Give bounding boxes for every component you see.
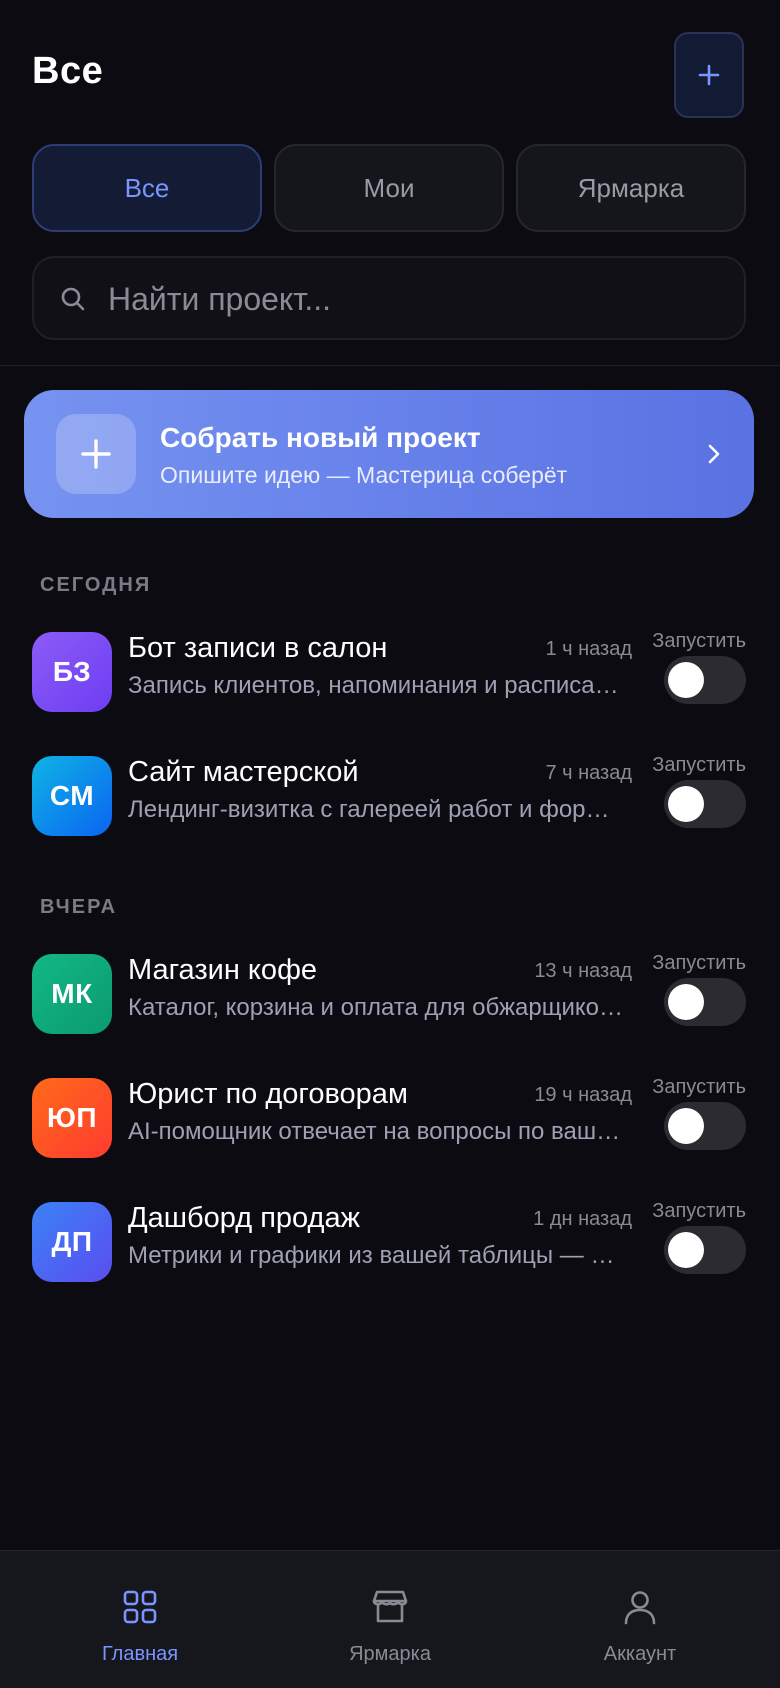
project-row[interactable]: ДП Дашборд продаж 1 дн назад Метрики и г…	[0, 1192, 780, 1292]
tab-mine[interactable]: Мои	[274, 144, 504, 232]
project-avatar: ЮП	[32, 1078, 112, 1158]
project-row[interactable]: СМ Сайт мастерской 7 ч назад Лендинг-виз…	[0, 746, 780, 846]
toggle-knob	[668, 1232, 704, 1268]
new-project-card[interactable]: Собрать новый проект Опишите идею — Маст…	[24, 390, 754, 518]
toggle-knob	[668, 786, 704, 822]
toggle-knob	[668, 984, 704, 1020]
project-time: 19 ч назад	[534, 1084, 632, 1106]
page-title: Все	[32, 50, 104, 92]
project-description: Метрики и графики из вашей таблицы — авт…	[128, 1242, 626, 1269]
project-title: Бот записи в салон	[128, 632, 388, 664]
promo-plus-tile	[56, 414, 136, 494]
project-time: 1 ч назад	[545, 638, 632, 660]
project-description: Запись клиентов, напоминания и расписани…	[128, 672, 626, 699]
search-box	[32, 256, 746, 340]
search-icon	[61, 287, 85, 311]
project-description: Каталог, корзина и оплата для обжарщиков…	[128, 994, 626, 1021]
run-label: Запустить	[652, 952, 746, 974]
run-label: Запустить	[652, 630, 746, 652]
nav-fair[interactable]: Ярмарка	[260, 1551, 520, 1688]
run-label: Запустить	[652, 754, 746, 776]
tab-all[interactable]: Все	[32, 144, 262, 232]
toggle-knob	[668, 662, 704, 698]
project-time: 1 дн назад	[533, 1208, 632, 1230]
nav-account[interactable]: Аккаунт	[510, 1551, 770, 1688]
project-title: Сайт мастерской	[128, 756, 359, 788]
header: Все Все Мои Ярмарка	[0, 0, 780, 366]
chevron-right-icon	[708, 444, 720, 464]
run-toggle[interactable]	[664, 780, 746, 828]
run-toggle[interactable]	[664, 978, 746, 1026]
project-title: Дашборд продаж	[128, 1202, 360, 1234]
project-row[interactable]: ЮП Юрист по договорам 19 ч назад AI-помо…	[0, 1068, 780, 1168]
bottom-nav: Главная Ярмарка Аккаунт	[0, 1550, 780, 1688]
grid-icon	[123, 1590, 157, 1624]
project-avatar: ДП	[32, 1202, 112, 1282]
run-toggle[interactable]	[664, 1226, 746, 1274]
project-title: Юрист по договорам	[128, 1078, 408, 1110]
add-project-button[interactable]	[674, 32, 744, 118]
run-label: Запустить	[652, 1076, 746, 1098]
toggle-knob	[668, 1108, 704, 1144]
run-toggle[interactable]	[664, 656, 746, 704]
nav-label: Ярмарка	[349, 1643, 431, 1665]
nav-home[interactable]: Главная	[10, 1551, 270, 1688]
nav-label: Главная	[101, 1643, 179, 1665]
project-description: Лендинг-визитка с галереей работ и формо…	[128, 796, 626, 823]
tab-fair[interactable]: Ярмарка	[516, 144, 746, 232]
app-screen: Все Все Мои Ярмарка Собрать новый проект	[0, 0, 780, 1688]
project-row[interactable]: БЗ Бот записи в салон 1 ч назад Запись к…	[0, 622, 780, 722]
run-toggle[interactable]	[664, 1102, 746, 1150]
nav-label: Аккаунт	[603, 1643, 677, 1665]
store-icon	[372, 1590, 408, 1623]
section-label-yesterday: ВЧЕРА	[40, 896, 118, 918]
project-avatar: СМ	[32, 756, 112, 836]
filter-tabs: Все Мои Ярмарка	[32, 144, 746, 232]
promo-title: Собрать новый проект	[160, 422, 481, 453]
plus-icon	[698, 64, 720, 86]
project-time: 13 ч назад	[534, 960, 632, 982]
project-row[interactable]: МК Магазин кофе 13 ч назад Каталог, корз…	[0, 944, 780, 1044]
project-description: AI-помощник отвечает на вопросы по вашим…	[128, 1118, 626, 1145]
promo-subtitle: Опишите идею — Мастерица соберёт	[160, 462, 568, 488]
project-avatar: БЗ	[32, 632, 112, 712]
user-icon	[624, 1591, 656, 1625]
search-input[interactable]	[106, 258, 730, 340]
section-label-today: СЕГОДНЯ	[40, 574, 152, 596]
project-time: 7 ч назад	[545, 762, 632, 784]
project-avatar: МК	[32, 954, 112, 1034]
project-title: Магазин кофе	[128, 954, 318, 986]
run-label: Запустить	[652, 1200, 746, 1222]
plus-icon	[81, 439, 111, 469]
